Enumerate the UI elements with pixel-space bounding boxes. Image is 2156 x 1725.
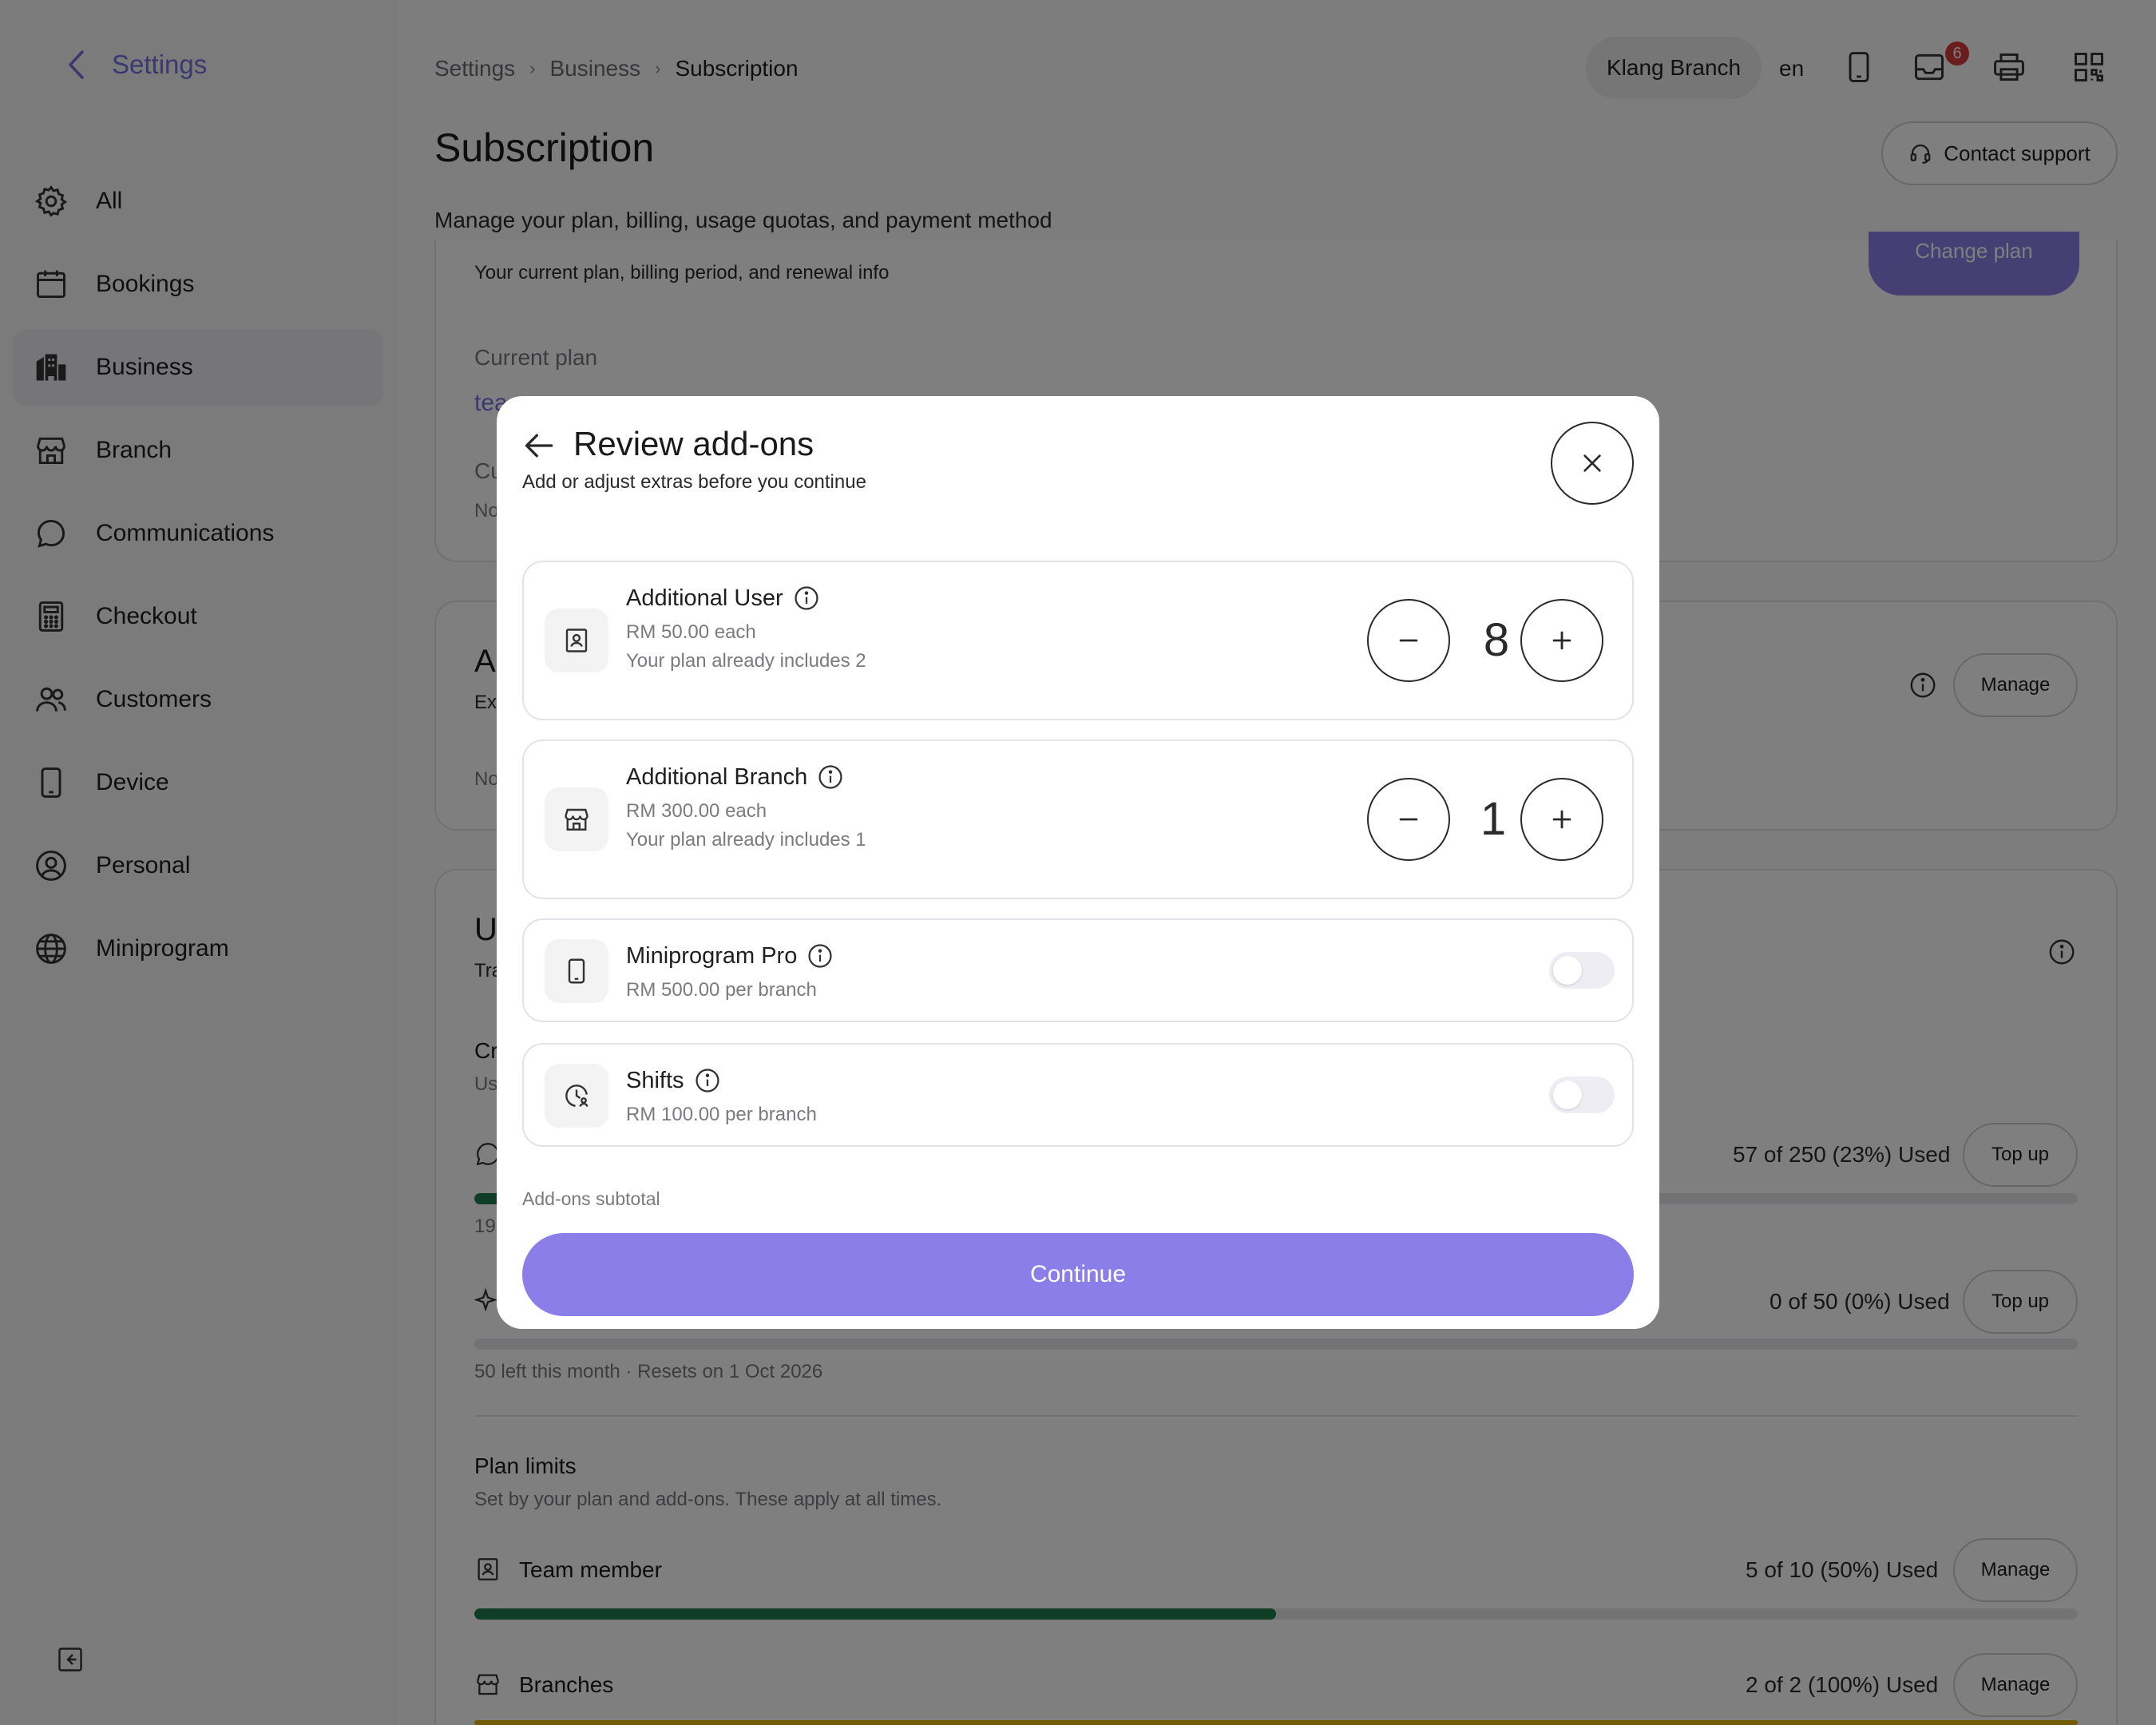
addon-name: Shifts bbox=[626, 1067, 721, 1094]
modal-subtitle: Add or adjust extras before you continue bbox=[522, 471, 866, 493]
addon-name-text: Additional Branch bbox=[626, 763, 808, 790]
addon-name: Additional Branch bbox=[626, 763, 844, 791]
addon-price: RM 500.00 per branch bbox=[626, 979, 817, 1001]
clock-user-icon bbox=[545, 1064, 608, 1128]
store-icon bbox=[545, 787, 608, 851]
modal-title: Review add-ons bbox=[573, 425, 814, 462]
phone-icon bbox=[545, 939, 608, 1003]
review-addons-modal: Review add-ons Add or adjust extras befo… bbox=[497, 396, 1659, 1329]
continue-button[interactable]: Continue bbox=[522, 1233, 1634, 1316]
addons-subtotal-label: Add-ons subtotal bbox=[522, 1188, 660, 1209]
increment-button[interactable] bbox=[1520, 778, 1603, 861]
close-icon bbox=[1579, 450, 1605, 476]
plus-icon bbox=[1548, 806, 1575, 833]
plus-icon bbox=[1548, 627, 1575, 654]
addon-name-text: Miniprogram Pro bbox=[626, 942, 798, 969]
info-icon[interactable] bbox=[694, 1067, 721, 1094]
addon-price: RM 100.00 per branch bbox=[626, 1104, 817, 1125]
close-button[interactable] bbox=[1551, 422, 1634, 505]
quantity-value: 8 bbox=[1483, 614, 1510, 666]
addon-included-note: Your plan already includes 1 bbox=[626, 829, 866, 851]
info-icon[interactable] bbox=[817, 763, 844, 791]
back-arrow-icon[interactable] bbox=[522, 428, 557, 463]
addon-name-text: Shifts bbox=[626, 1067, 684, 1093]
increment-button[interactable] bbox=[1520, 599, 1603, 682]
addon-additional-user: Additional User RM 50.00 each Your plan … bbox=[522, 561, 1634, 720]
addon-additional-branch: Additional Branch RM 300.00 each Your pl… bbox=[522, 740, 1634, 899]
addon-name: Additional User bbox=[626, 585, 820, 612]
shifts-toggle[interactable] bbox=[1549, 1077, 1615, 1113]
info-icon[interactable] bbox=[807, 942, 834, 970]
user-badge-icon bbox=[545, 609, 608, 672]
addon-miniprogram-pro: Miniprogram Pro RM 500.00 per branch bbox=[522, 918, 1634, 1022]
addon-shifts: Shifts RM 100.00 per branch bbox=[522, 1043, 1634, 1147]
addon-price: RM 300.00 each bbox=[626, 800, 767, 822]
decrement-button[interactable] bbox=[1367, 778, 1450, 861]
toggle-knob bbox=[1553, 1081, 1582, 1109]
quantity-value: 1 bbox=[1480, 793, 1507, 845]
miniprogram-pro-toggle[interactable] bbox=[1549, 952, 1615, 989]
addon-price: RM 50.00 each bbox=[626, 621, 756, 643]
addon-included-note: Your plan already includes 2 bbox=[626, 650, 866, 672]
minus-icon bbox=[1395, 627, 1422, 654]
decrement-button[interactable] bbox=[1367, 599, 1450, 682]
addon-name-text: Additional User bbox=[626, 585, 783, 611]
addon-name: Miniprogram Pro bbox=[626, 942, 834, 970]
toggle-knob bbox=[1553, 956, 1582, 985]
minus-icon bbox=[1395, 806, 1422, 833]
info-icon[interactable] bbox=[793, 585, 820, 612]
